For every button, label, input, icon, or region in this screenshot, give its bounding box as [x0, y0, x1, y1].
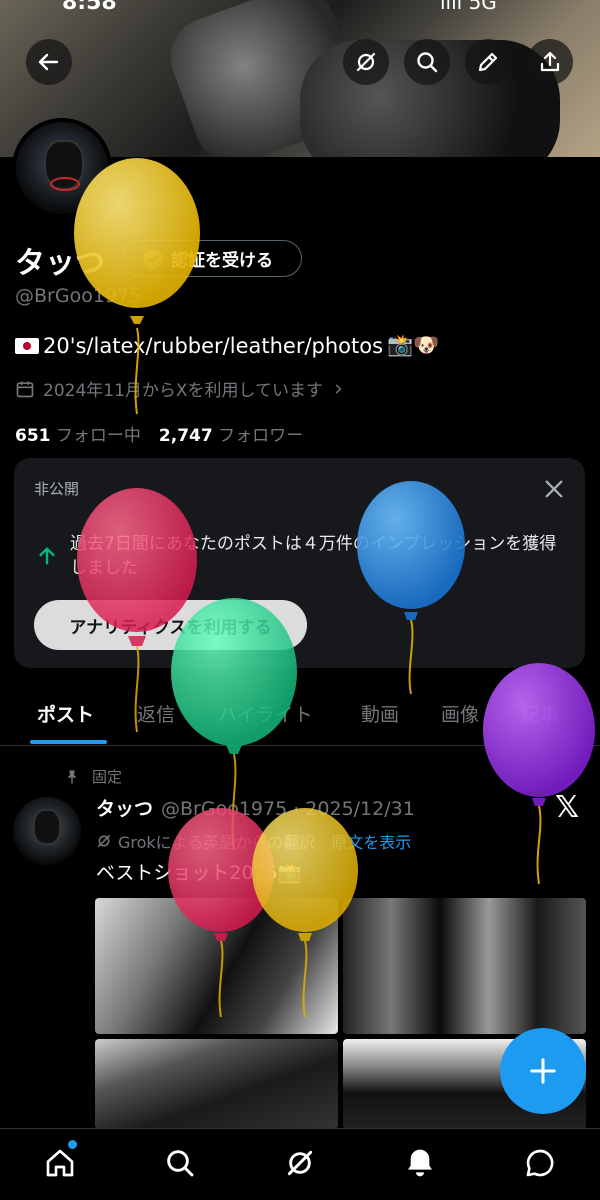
post-author[interactable]: タッつ — [96, 798, 153, 820]
search-icon — [417, 52, 438, 73]
post-image-3[interactable] — [95, 1039, 338, 1129]
chat-bubble-icon — [526, 1149, 554, 1177]
close-icon[interactable] — [543, 478, 565, 500]
status-bar: 8:58 ııll 5G — [0, 0, 600, 15]
post-image-2[interactable] — [343, 898, 586, 1034]
share-icon — [540, 51, 560, 72]
show-original-link[interactable]: 原文を表示 — [331, 829, 411, 853]
joined-text: 2024年11月からXを利用しています — [43, 381, 324, 401]
home-notification-dot — [68, 1140, 77, 1149]
nav-search[interactable] — [162, 1145, 198, 1181]
analytics-message: 過去7日間にあなたのポストは４万件のインプレッションを獲得しました — [70, 534, 557, 578]
translation-note: Grokによる英語からの翻訳 原文を表示 — [96, 829, 411, 853]
chevron-right-icon — [335, 383, 342, 394]
tab-highlights[interactable]: ハイライト — [218, 700, 313, 727]
translate-label: Grokによる英語からの翻訳 — [118, 833, 316, 852]
x-logo-icon: 𝕏 — [555, 790, 580, 825]
grok-button[interactable] — [343, 39, 389, 85]
share-button[interactable] — [527, 39, 573, 85]
tab-replies[interactable]: 返信 — [137, 700, 175, 727]
status-signal: ııll 5G — [440, 0, 497, 14]
pinned-label: 固定 — [92, 768, 123, 786]
post-image-1[interactable] — [95, 898, 338, 1034]
profile-bio: 20's/latex/rubber/leather/photos 📸🐶 — [15, 333, 439, 358]
pin-icon — [67, 769, 77, 784]
use-analytics-button[interactable]: アナリティクスを利用する — [34, 600, 307, 650]
grok-icon — [97, 834, 111, 848]
post-header: タッつ @BrGoo1975 · 2025/12/31 — [96, 794, 415, 821]
post-avatar[interactable] — [13, 797, 81, 865]
get-verified-button[interactable]: 認証を受ける — [122, 240, 302, 277]
followers-count: 2,747 — [158, 426, 213, 446]
profile-avatar[interactable] — [12, 118, 112, 218]
tab-images[interactable]: 画像 — [441, 700, 479, 727]
grok-icon — [356, 52, 376, 72]
search-icon — [167, 1150, 194, 1177]
post-handle-date: @BrGoo1975 · 2025/12/31 — [161, 798, 415, 820]
active-tab-indicator — [30, 740, 107, 744]
following-label: フォロー中 — [55, 426, 141, 446]
get-verified-label: 認証を受ける — [171, 251, 273, 271]
plus-icon — [530, 1058, 556, 1084]
followers-link[interactable]: 2,747 フォロワー — [159, 421, 303, 446]
status-time: 8:58 — [62, 0, 117, 15]
japan-flag-icon — [15, 337, 39, 354]
nav-notifications[interactable] — [402, 1145, 438, 1181]
pinned-indicator: 固定 — [64, 766, 122, 787]
verified-check-icon — [143, 248, 163, 269]
pencil-icon — [478, 52, 498, 72]
following-link[interactable]: 651 フォロー中 — [15, 421, 141, 446]
tab-articles[interactable]: 記事 — [521, 700, 559, 727]
private-label: 非公開 — [34, 480, 80, 498]
edit-button[interactable] — [465, 39, 511, 85]
follow-stats: 651 フォロー中 2,747 フォロワー — [15, 421, 303, 446]
followers-label: フォロワー — [218, 426, 304, 446]
bottom-nav — [0, 1128, 600, 1200]
following-count: 651 — [15, 426, 51, 446]
bio-text: 20's/latex/rubber/leather/photos — [43, 333, 384, 358]
joined-date[interactable]: 2024年11月からXを利用しています — [15, 376, 345, 401]
nav-messages[interactable] — [522, 1145, 558, 1181]
profile-name: タッつ — [15, 246, 105, 281]
bell-icon — [408, 1149, 432, 1177]
back-button[interactable] — [26, 39, 72, 85]
grok-icon — [287, 1150, 313, 1176]
post-text: ベストショット2025📸 — [96, 862, 302, 884]
bio-emoji: 📸🐶 — [387, 333, 440, 357]
profile-tabs: ポスト 返信 ハイライト 動画 画像 記事 — [0, 690, 600, 746]
nav-home[interactable] — [42, 1145, 78, 1181]
calendar-icon — [16, 381, 34, 397]
compose-button[interactable] — [500, 1028, 586, 1114]
analytics-card: 非公開 過去7日間にあなたのポストは４万件のインプレッションを獲得しました アナ… — [14, 458, 585, 668]
tab-videos[interactable]: 動画 — [361, 700, 399, 727]
arrow-left-icon — [38, 53, 59, 71]
profile-handle: @BrGoo1975 — [15, 285, 142, 307]
nav-grok[interactable] — [282, 1145, 318, 1181]
home-icon — [46, 1149, 74, 1177]
arrow-up-icon — [39, 547, 55, 565]
search-button[interactable] — [404, 39, 450, 85]
tab-posts[interactable]: ポスト — [37, 700, 94, 727]
